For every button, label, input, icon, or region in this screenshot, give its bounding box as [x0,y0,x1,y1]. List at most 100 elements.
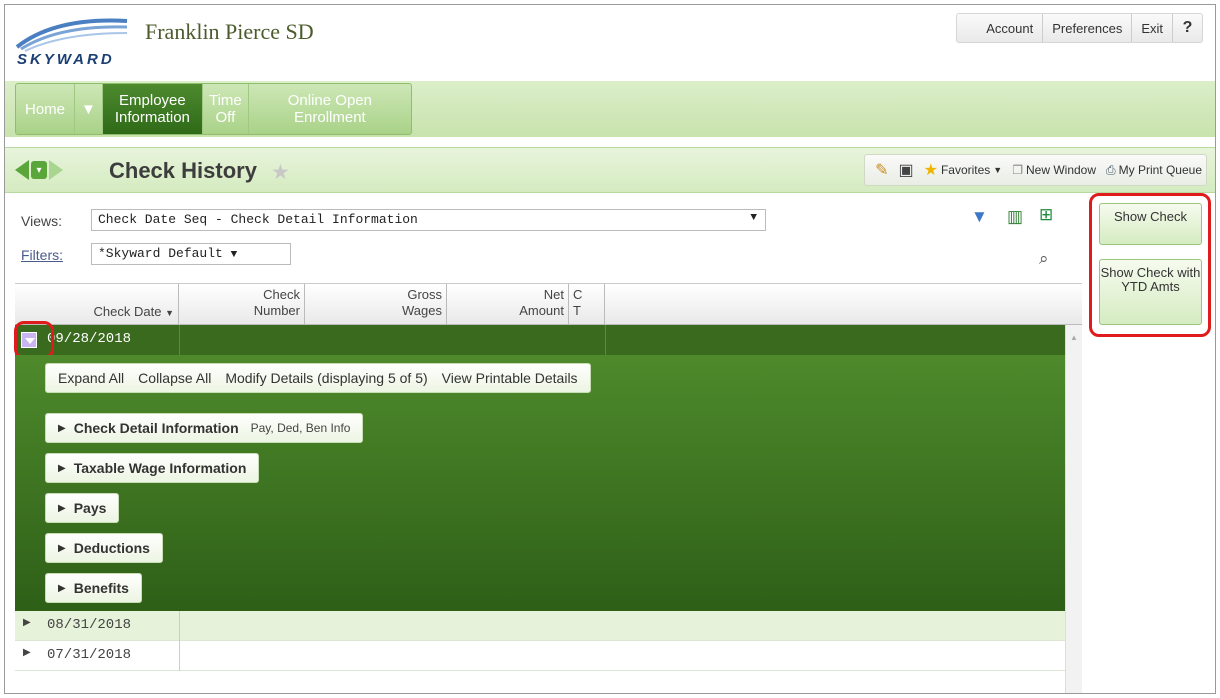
section-label: Benefits [73,580,129,596]
row-divider [179,641,180,671]
sort-chevron-down-icon: ▼ [165,308,174,318]
expand-triangle-icon[interactable]: ▶ [23,617,31,628]
logo-text: SKYWARD [17,51,115,68]
tab-employee-information[interactable]: Employee Information [102,84,203,134]
filters-link[interactable]: Filters: [21,247,63,263]
print-queue-label: My Print Queue [1118,163,1202,177]
preferences-link[interactable]: Preferences [1042,14,1131,42]
section-label: Pays [73,500,107,516]
favorite-star-icon[interactable]: ★ [271,160,290,185]
favorites-label: Favorites [940,163,991,177]
excel-export-icon[interactable]: ⊞ [1039,205,1053,225]
column-check-date[interactable]: Check Date ▼ [15,284,179,326]
page-toolbar: ✎ ▣ ★ Favorites ▼ ❐ New Window ⎙ My Prin… [864,154,1207,186]
new-window-icon: ❐ [1012,163,1023,177]
section-taxable-wage-information[interactable]: ▶ Taxable Wage Information [45,453,260,483]
new-window-button[interactable]: ❐ New Window [1012,163,1096,177]
notes-edit-icon[interactable]: ✎ [875,160,888,180]
gross-wages-header-label: Gross Wages [402,287,442,318]
skyward-logo: SKYWARD [15,13,133,73]
modify-details-link[interactable]: Modify Details (displaying 5 of 5) [225,370,427,386]
section-label: Deductions [73,540,150,556]
page-menu-icon[interactable]: ▾ [31,161,47,179]
check-history-grid: Check Date ▼ Check Number Gross Wages Ne… [14,283,1082,693]
camera-icon[interactable]: ▣ [898,160,913,180]
column-net-amount[interactable]: Net Amount [447,284,569,326]
tab-home[interactable]: Home [16,84,76,134]
favorites-menu[interactable]: ★ Favorites ▼ [924,160,1003,180]
expand-triangle-icon: ▶ [58,582,66,594]
print-queue-button[interactable]: ⎙ My Print Queue [1106,163,1202,178]
expand-triangle-icon[interactable]: ▶ [23,647,31,658]
highlight-expander [14,321,54,359]
section-deductions[interactable]: ▶ Deductions [45,533,163,563]
row-divider [179,325,180,355]
section-label: Check Detail Information [73,420,239,436]
header: SKYWARD Franklin Pierce SD Account Prefe… [5,5,1215,81]
tab-bar: Home ▼ Employee Information Time Off Onl… [5,81,1215,137]
expand-triangle-icon: ▶ [58,422,66,434]
row-divider [605,325,606,355]
check-date-header-label: Check Date [93,304,162,319]
account-link[interactable]: Account [977,14,1042,42]
detail-links-bar: Expand All Collapse All Modify Details (… [45,363,591,393]
tab-online-open-enrollment[interactable]: Online Open Enrollment [249,84,411,134]
views-label: Views: [21,213,62,229]
page-title: Check History [109,158,257,183]
section-pays[interactable]: ▶ Pays [45,493,120,523]
grid-header: Check Date ▼ Check Number Gross Wages Ne… [15,283,1082,326]
page-nav-arrows: ▾ [15,160,63,180]
views-select[interactable]: Check Date Seq - Check Detail Informatio… [91,209,766,231]
tab-time-off[interactable]: Time Off [203,84,249,134]
scroll-up-icon[interactable]: ▲ [1070,333,1078,342]
collapse-all-link[interactable]: Collapse All [138,370,211,386]
exit-link[interactable]: Exit [1131,14,1172,42]
expand-triangle-icon: ▶ [58,462,66,474]
check-detail-panel: Expand All Collapse All Modify Details (… [15,355,1065,611]
table-row[interactable]: ▶ 08/31/2018 [15,611,1065,641]
expand-triangle-icon: ▶ [58,502,66,514]
forward-arrow-icon[interactable] [49,160,63,180]
favorites-star-icon: ★ [923,162,938,179]
tab-time-off-label: Time Off [208,92,242,126]
filters-select-value: *Skyward Default [98,246,223,261]
tab-online-open-enrollment-label: Online Open Enrollment [287,92,372,126]
printer-icon: ⎙ [1106,162,1116,177]
home-menu-chevron-down-icon[interactable]: ▼ [75,84,103,134]
ct-header-label: C T [573,287,583,318]
section-label: Taxable Wage Information [73,460,247,476]
table-row-selected[interactable]: 09/28/2018 [15,325,1082,355]
selected-check-date: 09/28/2018 [47,331,132,347]
views-chevron-down-icon: ▼ [750,212,757,224]
table-row[interactable]: ▶ 07/31/2018 [15,641,1065,671]
views-bar: Views: Check Date Seq - Check Detail Inf… [15,201,1082,277]
net-amount-header-label: Net Amount [519,287,564,318]
check-date-cell: 08/31/2018 [47,617,132,633]
section-benefits[interactable]: ▶ Benefits [45,573,142,603]
column-ct[interactable]: C T [569,284,605,326]
filters-chevron-down-icon: ▼ [230,249,238,261]
expand-triangle-icon: ▶ [58,542,66,554]
favorites-chevron-down-icon: ▼ [993,165,1003,175]
filter-funnel-icon[interactable]: ▼ [971,207,988,227]
highlight-side-buttons [1089,193,1211,337]
tab-employee-information-label: Employee Information [114,92,190,126]
section-sublabel: Pay, Ded, Ben Info [250,421,351,435]
expand-all-link[interactable]: Expand All [58,370,124,386]
top-nav: Account Preferences Exit ? [956,13,1203,43]
section-check-detail-information[interactable]: ▶ Check Detail Information Pay, Ded, Ben… [45,413,364,443]
back-arrow-icon[interactable] [15,160,29,180]
check-number-header-label: Check Number [253,287,300,318]
filters-select[interactable]: *Skyward Default ▼ [91,243,291,265]
column-check-number[interactable]: Check Number [179,284,305,326]
column-gross-wages[interactable]: Gross Wages [305,284,447,326]
views-select-value: Check Date Seq - Check Detail Informatio… [98,212,418,227]
help-icon[interactable]: ? [1172,14,1202,42]
title-bar: ▾ Check History ★ ✎ ▣ ★ Favorites ▼ ❐ Ne… [5,147,1215,193]
chart-icon[interactable]: ▥ [1007,207,1023,227]
app-window: SKYWARD Franklin Pierce SD Account Prefe… [4,4,1216,694]
grid-scrollbar[interactable]: ▲ [1065,325,1082,693]
view-printable-details-link[interactable]: View Printable Details [442,370,578,386]
print-preview-icon[interactable]: ⌕ [1039,249,1049,269]
main-tabs: Home ▼ Employee Information Time Off Onl… [15,83,412,135]
